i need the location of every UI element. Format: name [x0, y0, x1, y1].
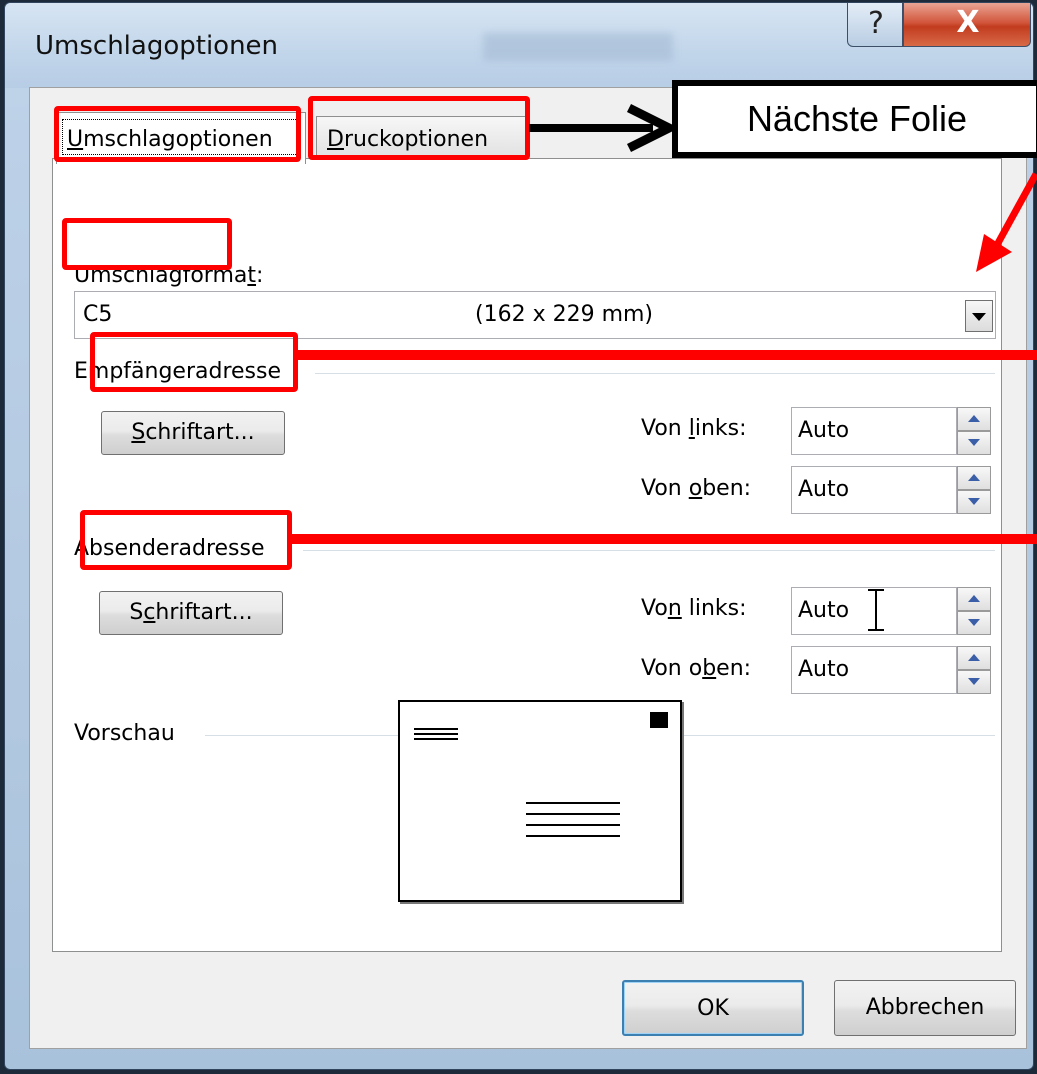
sender-line — [414, 733, 458, 735]
stamp-icon — [650, 712, 668, 728]
sender-font-button[interactable]: Schriftart... — [99, 591, 283, 635]
sender-line — [414, 728, 458, 730]
sender-left-label: Von links: — [641, 596, 747, 621]
spin-down-icon[interactable] — [957, 670, 991, 694]
sender-top-input[interactable]: Auto — [791, 646, 957, 694]
annotation-arrow-dropdown — [976, 172, 1037, 272]
preview-heading: Vorschau — [74, 721, 175, 746]
recipient-top-input[interactable]: Auto — [791, 466, 957, 514]
annotation-line-recipient — [298, 350, 1037, 360]
next-slide-callout: Nächste Folie — [672, 80, 1037, 158]
help-icon: ? — [868, 6, 884, 41]
recipient-line — [526, 835, 620, 837]
highlight-tab-umschlagoptionen — [54, 106, 301, 162]
window-title: Umschlagoptionen — [35, 31, 279, 61]
close-button[interactable]: X — [903, 3, 1031, 47]
highlight-tab-druckoptionen — [308, 96, 530, 160]
envelope-size-name: C5 — [83, 302, 113, 327]
annotation-line-sender — [292, 534, 1037, 544]
recipient-left-label: Von links: — [641, 416, 747, 441]
highlight-sender-font — [80, 510, 292, 570]
highlight-envelope-size — [62, 218, 232, 270]
sender-separator — [303, 550, 995, 551]
text-cursor-icon — [868, 589, 884, 631]
recipient-separator — [315, 373, 995, 374]
sender-left-spinner[interactable] — [957, 587, 991, 635]
recipient-left-spinner[interactable] — [957, 407, 991, 455]
spin-down-icon[interactable] — [957, 611, 991, 635]
spin-up-icon[interactable] — [957, 646, 991, 670]
highlight-recipient-font — [90, 332, 298, 392]
dropdown-button[interactable] — [965, 300, 993, 332]
recipient-left-input[interactable]: Auto — [791, 407, 957, 455]
recipient-line — [526, 802, 620, 804]
sender-top-label: Von oben: — [641, 656, 752, 681]
chevron-down-icon — [972, 313, 986, 321]
envelope-size-dimensions: (162 x 229 mm) — [475, 302, 654, 327]
background-window-title — [483, 33, 673, 61]
help-button[interactable]: ? — [847, 3, 903, 47]
sender-top-spinner[interactable] — [957, 646, 991, 694]
recipient-top-spinner[interactable] — [957, 466, 991, 514]
spin-down-icon[interactable] — [957, 431, 991, 455]
recipient-line — [526, 824, 620, 826]
spin-up-icon[interactable] — [957, 587, 991, 611]
spin-up-icon[interactable] — [957, 407, 991, 431]
ok-button[interactable]: OK — [622, 980, 804, 1036]
sender-line — [414, 738, 458, 740]
spin-down-icon[interactable] — [957, 490, 991, 514]
recipient-font-button[interactable]: Schriftart... — [101, 411, 285, 455]
cancel-button[interactable]: Abbrechen — [834, 980, 1016, 1036]
recipient-top-label: Von oben: — [641, 476, 752, 501]
recipient-line — [526, 813, 620, 815]
annotation-arrow-next — [529, 103, 680, 153]
close-icon: X — [956, 5, 980, 40]
spin-up-icon[interactable] — [957, 466, 991, 490]
envelope-preview — [398, 700, 682, 902]
